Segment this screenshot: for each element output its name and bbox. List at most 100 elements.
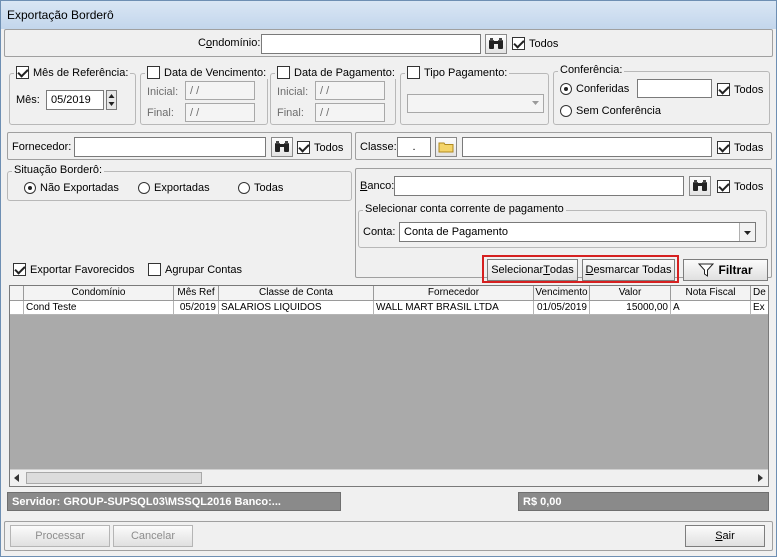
classe-folder-button[interactable] bbox=[435, 137, 457, 157]
data-vencimento-toggle[interactable]: Data de Vencimento: bbox=[145, 66, 269, 79]
checkbox-mark bbox=[512, 37, 525, 50]
table-row[interactable]: Cond Teste 05/2019 SALARIOS LIQUIDOS WAL… bbox=[10, 301, 768, 315]
grid-header-nota-fiscal[interactable]: Nota Fiscal bbox=[671, 286, 751, 301]
checkbox-label: Exportar Favorecidos bbox=[30, 263, 135, 276]
conta-label: Conta: bbox=[363, 226, 396, 238]
selecionar-todas-button[interactable]: Selecionar Todas bbox=[487, 259, 578, 281]
radio-mark bbox=[24, 182, 36, 194]
export-bordero-window: Exportação Borderô Condomínio: Todos Mês… bbox=[0, 0, 777, 557]
checkbox-mark bbox=[407, 66, 420, 79]
radio-nao-exportadas[interactable]: Não Exportadas bbox=[24, 182, 119, 194]
grid-header-valor[interactable]: Valor bbox=[590, 286, 671, 301]
venc-inicial-label: Inicial: bbox=[147, 86, 179, 98]
grid-header-indicator bbox=[10, 286, 24, 301]
checkbox-mark bbox=[717, 141, 730, 154]
agrupar-contas-checkbox[interactable]: Agrupar Contas bbox=[148, 263, 242, 276]
venc-inicial-input[interactable]: / / bbox=[185, 81, 255, 100]
data-pagamento-label: Data de Pagamento: bbox=[294, 66, 395, 79]
grid-header-mes-ref[interactable]: Mês Ref bbox=[174, 286, 219, 301]
radio-exportadas[interactable]: Exportadas bbox=[138, 182, 210, 194]
cell-nota-fiscal: A bbox=[671, 301, 751, 315]
checkbox-label: Todos bbox=[734, 180, 764, 193]
scroll-left-icon[interactable] bbox=[12, 473, 22, 486]
classe-todas-checkbox[interactable]: Todas bbox=[717, 141, 763, 154]
checkbox-mark bbox=[148, 263, 161, 276]
filtrar-label: Filtrar bbox=[718, 263, 753, 277]
venc-final-input[interactable]: / / bbox=[185, 103, 255, 122]
row-indicator bbox=[10, 301, 24, 315]
checkbox-label: Todas bbox=[734, 141, 764, 154]
pag-final-label: Final: bbox=[277, 107, 304, 119]
radio-label: Todas bbox=[254, 182, 284, 194]
condominio-todos-checkbox[interactable]: Todos bbox=[512, 37, 558, 50]
conferencia-todos-checkbox[interactable]: Todos bbox=[717, 83, 763, 96]
grid-horizontal-scrollbar[interactable] bbox=[10, 469, 768, 486]
processar-button[interactable]: Processar bbox=[10, 525, 110, 547]
binoculars-icon bbox=[693, 180, 707, 191]
banco-todos-checkbox[interactable]: Todos bbox=[717, 180, 763, 193]
sem-conferencia-radio[interactable]: Sem Conferência bbox=[560, 105, 661, 117]
desmarcar-todas-button[interactable]: Desmarcar Todas bbox=[582, 259, 675, 281]
mes-input[interactable]: 05/2019 bbox=[46, 90, 104, 110]
grid-header-de[interactable]: De bbox=[751, 286, 768, 301]
classe-code-input[interactable]: . bbox=[397, 137, 431, 157]
pag-final-input[interactable]: / / bbox=[315, 103, 385, 122]
checkbox-label: Todos bbox=[734, 83, 764, 96]
checkbox-mark bbox=[147, 66, 160, 79]
mes-referencia-toggle[interactable]: Mês de Referência: bbox=[14, 66, 131, 79]
grid-header-condominio[interactable]: Condomínio bbox=[24, 286, 174, 301]
grid-header-fornecedor[interactable]: Fornecedor bbox=[374, 286, 534, 301]
checkbox-label: Agrupar Contas bbox=[165, 263, 243, 276]
scroll-right-icon[interactable] bbox=[755, 473, 765, 486]
mes-spinner[interactable] bbox=[106, 90, 117, 110]
conta-select[interactable]: Conta de Pagamento bbox=[399, 222, 756, 242]
checkbox-label: Todos bbox=[314, 141, 344, 154]
checkbox-mark bbox=[13, 263, 26, 276]
grid-header-vencimento[interactable]: Vencimento bbox=[534, 286, 590, 301]
spin-arrows-icon bbox=[108, 94, 115, 106]
cell-vencimento: 01/05/2019 bbox=[534, 301, 590, 315]
scroll-thumb[interactable] bbox=[26, 472, 202, 484]
grid-header: Condomínio Mês Ref Classe de Conta Forne… bbox=[10, 286, 768, 301]
fornecedor-todos-checkbox[interactable]: Todos bbox=[297, 141, 343, 154]
grid-header-classe[interactable]: Classe de Conta bbox=[219, 286, 374, 301]
total-value: R$ 0,00 bbox=[518, 492, 769, 511]
radio-todas[interactable]: Todas bbox=[238, 182, 283, 194]
banco-input[interactable] bbox=[394, 176, 684, 196]
classe-input[interactable] bbox=[462, 137, 712, 157]
checkbox-mark bbox=[16, 66, 29, 79]
conferencia-input[interactable] bbox=[637, 79, 712, 98]
chevron-down-icon[interactable] bbox=[739, 223, 755, 241]
binoculars-icon bbox=[275, 141, 289, 152]
classe-label: Classe: bbox=[360, 141, 397, 153]
conferidas-radio[interactable]: Conferidas bbox=[560, 83, 629, 95]
radio-label: Sem Conferência bbox=[576, 105, 661, 117]
condominio-label: Condomínio: bbox=[198, 37, 261, 49]
data-pagamento-toggle[interactable]: Data de Pagamento: bbox=[275, 66, 397, 79]
condominio-input[interactable] bbox=[261, 34, 481, 54]
data-pagamento-group: Data de Pagamento: Inicial: / / Final: /… bbox=[270, 66, 397, 125]
cell-classe: SALARIOS LIQUIDOS bbox=[219, 301, 374, 315]
bordero-grid[interactable]: Condomínio Mês Ref Classe de Conta Forne… bbox=[9, 285, 769, 487]
banco-search-button[interactable] bbox=[689, 176, 711, 196]
cell-valor: 15000,00 bbox=[590, 301, 671, 315]
chevron-down-icon bbox=[531, 98, 540, 110]
checkbox-mark bbox=[717, 180, 730, 193]
fornecedor-panel: Fornecedor: Todos bbox=[7, 132, 352, 160]
checkbox-mark bbox=[717, 83, 730, 96]
data-vencimento-group: Data de Vencimento: Inicial: / / Final: … bbox=[140, 66, 269, 125]
tipo-pagamento-toggle[interactable]: Tipo Pagamento: bbox=[405, 66, 510, 79]
cancelar-button[interactable]: Cancelar bbox=[113, 525, 193, 547]
condominio-search-button[interactable] bbox=[485, 34, 507, 54]
filtrar-button[interactable]: Filtrar bbox=[683, 259, 768, 281]
binoculars-icon bbox=[489, 38, 503, 49]
pag-inicial-input[interactable]: / / bbox=[315, 81, 385, 100]
tipo-pagamento-select[interactable] bbox=[407, 94, 544, 113]
fornecedor-input[interactable] bbox=[74, 137, 266, 157]
exportar-favorecidos-checkbox[interactable]: Exportar Favorecidos bbox=[13, 263, 135, 276]
funnel-icon bbox=[698, 263, 715, 277]
radio-label: Conferidas bbox=[576, 83, 630, 95]
fornecedor-search-button[interactable] bbox=[271, 137, 293, 157]
folder-icon bbox=[438, 142, 454, 153]
sair-button[interactable]: Sair bbox=[685, 525, 765, 547]
